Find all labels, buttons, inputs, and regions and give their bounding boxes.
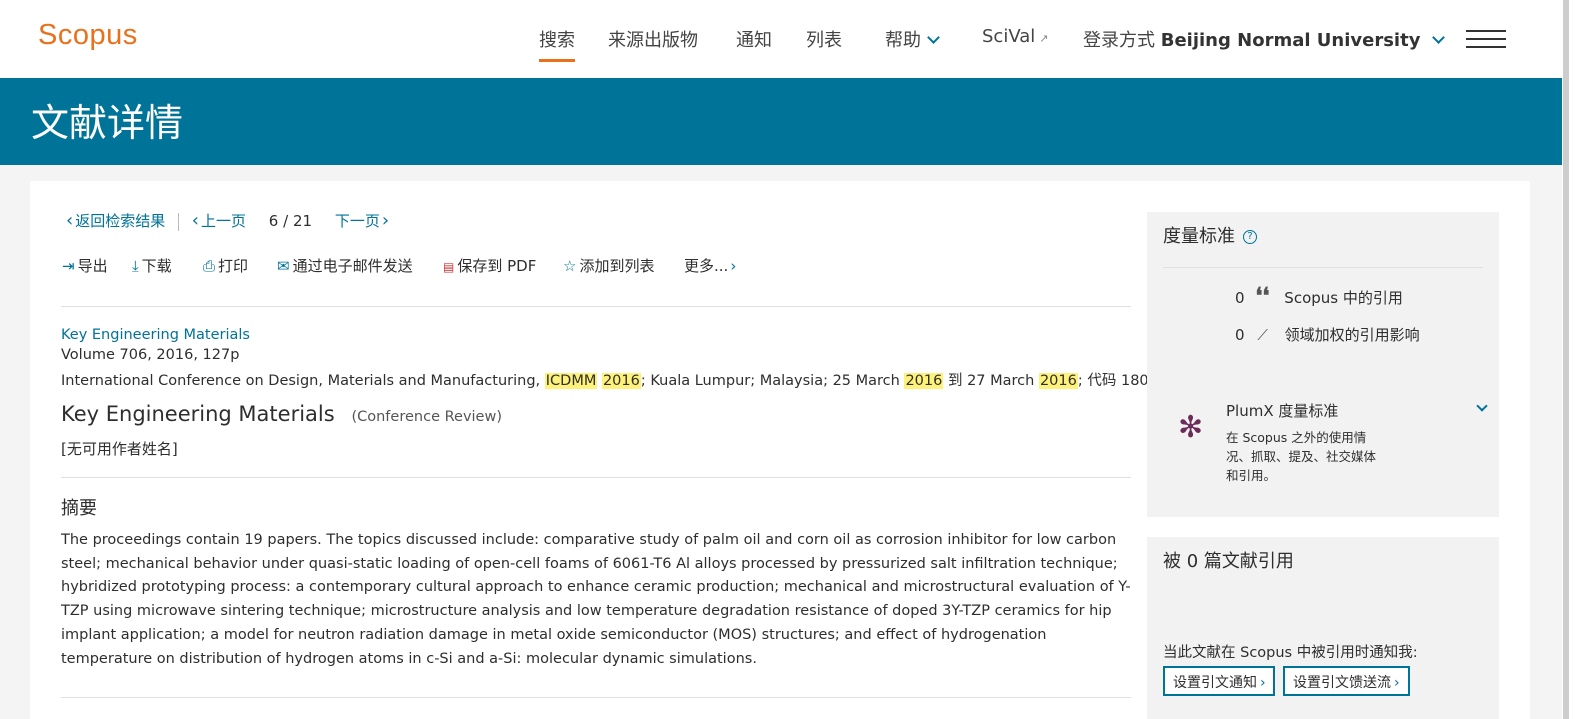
plumx-expand-toggle[interactable]: [1470, 400, 1488, 418]
authors: [无可用作者姓名]: [61, 440, 178, 458]
chevron-right-icon: ›: [1260, 675, 1266, 691]
current-position: 6: [268, 212, 279, 230]
quote-icon: ❛❛: [1255, 283, 1270, 309]
cited-by-title: 被 0 篇文献引用: [1163, 551, 1294, 572]
download-button[interactable]: ⤓ 下载: [132, 255, 172, 276]
plumx-title[interactable]: PlumX 度量标准: [1226, 400, 1338, 421]
highlight: 2016: [1038, 373, 1078, 389]
divider: [178, 212, 179, 231]
top-navigation-bar: Scopus 搜索 来源出版物 通知 列表 帮助 SciVal ↗ 登录方式 Be…: [0, 0, 1562, 78]
plumx-description-line: 在 Scopus 之外的使用情: [1226, 430, 1367, 445]
nav-sources[interactable]: 来源出版物: [608, 26, 698, 52]
highlight: 2016: [904, 373, 944, 389]
scale-icon: ⟋: [1257, 326, 1268, 344]
save-pdf-button[interactable]: ▤ 保存到 PDF: [443, 255, 536, 276]
abstract-heading: 摘要: [61, 498, 97, 519]
external-link-icon: ↗: [1039, 32, 1049, 45]
export-button[interactable]: ⇥ 导出: [62, 255, 108, 276]
nav-help[interactable]: 帮助: [885, 26, 940, 52]
institution-login[interactable]: 登录方式 Beijing Normal University: [1083, 26, 1446, 52]
help-question-icon[interactable]: ?: [1243, 230, 1257, 244]
plumx-description-line: 和引用。: [1226, 468, 1277, 483]
nav-alerts[interactable]: 通知: [736, 26, 772, 52]
source-title-link[interactable]: Key Engineering Materials: [61, 327, 250, 343]
citation-notify-text: 当此文献在 Scopus 中被引用时通知我:: [1163, 645, 1418, 661]
vertical-scrollbar-thumb[interactable]: [1563, 0, 1569, 719]
highlight: 2016: [601, 373, 641, 389]
chevron-right-icon: ›: [730, 257, 737, 275]
plumx-description-line: 况、抓取、提及、社交媒体: [1226, 449, 1377, 464]
chevron-right-icon: ›: [1394, 675, 1400, 691]
envelope-icon: ✉: [277, 257, 290, 275]
more-button[interactable]: 更多... ›: [684, 255, 739, 276]
page-banner: 文献详情: [0, 78, 1562, 165]
divider: [61, 697, 1131, 698]
divider: [1163, 267, 1483, 268]
print-button[interactable]: ⎙ 打印: [203, 255, 248, 276]
plumx-logo-icon: ✻: [1178, 410, 1204, 445]
nav-search[interactable]: 搜索: [539, 26, 575, 62]
set-citation-feed-button[interactable]: 设置引文馈送流 ›: [1283, 666, 1410, 696]
fwci-metric[interactable]: 0 ⟋ 领域加权的引用影响: [1235, 324, 1420, 345]
nav-lists[interactable]: 列表: [806, 26, 842, 52]
nav-scival[interactable]: SciVal ↗: [982, 26, 1049, 47]
document-title-row: Key Engineering Materials (Conference Re…: [61, 402, 502, 426]
hamburger-menu-icon[interactable]: [1466, 30, 1506, 50]
highlight: ICDMM: [544, 373, 598, 389]
conference-info: International Conference on Design, Mate…: [61, 373, 1177, 389]
chevron-down-icon: [927, 31, 940, 44]
download-icon: ⤓: [132, 257, 139, 275]
volume-info: Volume 706, 2016, 127p: [61, 347, 240, 363]
total-results: 21: [292, 212, 313, 230]
chevron-down-icon: [1476, 400, 1488, 412]
abstract-text: The proceedings contain 19 papers. The t…: [61, 532, 1131, 667]
email-button[interactable]: ✉ 通过电子邮件发送: [277, 255, 413, 276]
document-type: (Conference Review): [351, 409, 502, 425]
page-title: 文献详情: [31, 101, 184, 145]
result-navigation: 返回检索结果 上一页 6 / 21 下一页: [66, 210, 389, 231]
add-to-list-button[interactable]: ☆ 添加到列表: [563, 255, 654, 276]
export-icon: ⇥: [62, 257, 75, 275]
metrics-panel: [1147, 212, 1499, 517]
printer-icon: ⎙: [203, 257, 216, 275]
chevron-down-icon: [1432, 31, 1446, 44]
pdf-icon: ▤: [443, 260, 455, 274]
divider: [61, 477, 1131, 478]
scopus-citations-metric[interactable]: 0 ❛❛ Scopus 中的引用: [1235, 283, 1403, 309]
divider: [61, 306, 1131, 307]
back-to-results-link[interactable]: 返回检索结果: [66, 212, 165, 230]
metrics-title: 度量标准?: [1163, 222, 1257, 248]
star-icon: ☆: [563, 257, 577, 275]
set-citation-alert-button[interactable]: 设置引文通知 ›: [1163, 666, 1275, 696]
document-title: Key Engineering Materials: [61, 402, 335, 426]
next-link[interactable]: 下一页: [335, 212, 389, 230]
scopus-logo[interactable]: Scopus: [38, 19, 138, 52]
previous-link[interactable]: 上一页: [192, 212, 246, 230]
